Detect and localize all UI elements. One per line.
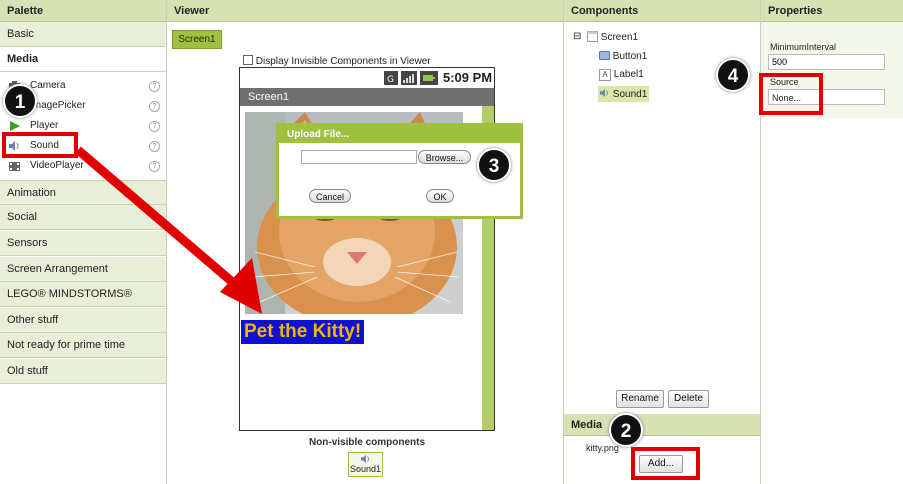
callout-badge-2: 2 (609, 413, 643, 447)
callout-badge-1: 1 (3, 84, 37, 118)
callout-badge-4: 4 (716, 58, 750, 92)
drag-arrow (75, 146, 262, 314)
callout-badge-3: 3 (477, 148, 511, 182)
